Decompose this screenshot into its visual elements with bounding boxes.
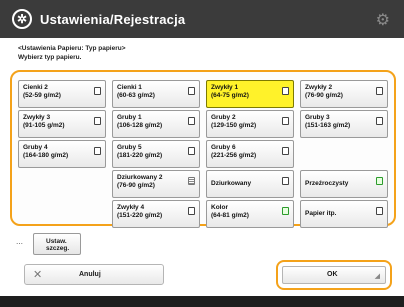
paper-type-weight: (151-220 g/m2) [117, 212, 163, 219]
paper-type-name: Kolor [211, 204, 228, 211]
gear-icon[interactable]: ⚙ [376, 10, 390, 30]
paper-icon [376, 207, 383, 215]
details-button[interactable]: Ustaw. szczeg. [33, 233, 81, 255]
paper-type-name: Zwykły 3 [23, 114, 51, 121]
more-dots-icon: ⋯ [16, 241, 24, 248]
paper-type-name: Cienki 2 [23, 84, 48, 91]
paper-icon [94, 87, 101, 95]
paper-icon [376, 117, 383, 125]
paper-type-weight: (181-220 g/m2) [117, 152, 163, 159]
paper-type-weight: (221-256 g/m2) [211, 152, 257, 159]
paper-type-weight: (64-75 g/m2) [211, 92, 249, 99]
paper-icon [188, 87, 195, 95]
paper-type-tile[interactable]: Zwykły 2 (76-90 g/m2) [300, 80, 388, 108]
settings-registration-icon: ✲ [12, 9, 32, 29]
window-title: Ustawienia/Rejestracja [40, 11, 186, 27]
color-icon [282, 207, 289, 215]
close-icon: ✕ [33, 269, 43, 281]
instructions-line1: <Ustawienia Papieru: Typ papieru> [18, 45, 126, 52]
paper-type-tile[interactable]: Papier itp. [300, 200, 388, 228]
ok-label: OK [327, 271, 338, 278]
paper-type-weight: (151-163 g/m2) [305, 122, 351, 129]
paper-type-weight: (129-150 g/m2) [211, 122, 257, 129]
paper-type-tile[interactable]: Dziurkowany 2 (76-90 g/m2) [112, 170, 200, 198]
paper-icon [376, 87, 383, 95]
paper-type-tile-selected[interactable]: Zwykły 1 (64-75 g/m2) [206, 80, 294, 108]
paper-type-tile[interactable]: Gruby 4 (164-180 g/m2) [18, 140, 106, 168]
paper-type-weight: (76-90 g/m2) [305, 92, 343, 99]
instructions-line2: Wybierz typ papieru. [18, 54, 82, 61]
instructions: <Ustawienia Papieru: Typ papieru> Wybier… [18, 44, 126, 62]
paper-type-tile[interactable]: Cienki 1 (60-63 g/m2) [112, 80, 200, 108]
paper-type-tile[interactable]: Gruby 2 (129-150 g/m2) [206, 110, 294, 138]
bottom-bar [0, 296, 404, 307]
paper-type-weight: (76-90 g/m2) [117, 182, 155, 189]
details-button-label2: szczeg. [46, 245, 70, 252]
paper-icon [282, 177, 289, 185]
cancel-label: Anuluj [79, 271, 101, 278]
paper-type-tile[interactable]: Gruby 3 (151-163 g/m2) [300, 110, 388, 138]
ok-button-frame: OK ◢ [276, 260, 392, 290]
paper-type-name: Dziurkowany [211, 180, 252, 187]
paper-icon [94, 117, 101, 125]
paper-type-name: Gruby 4 [23, 144, 48, 151]
paper-icon [282, 147, 289, 155]
paper-type-weight: (91-105 g/m2) [23, 122, 65, 129]
paper-type-name: Gruby 5 [117, 144, 142, 151]
paper-type-weight: (52-59 g/m2) [23, 92, 61, 99]
paper-type-name: Gruby 1 [117, 114, 142, 121]
paper-type-weight: (64-81 g/m2) [211, 212, 249, 219]
paper-type-name: Gruby 6 [211, 144, 236, 151]
ok-button[interactable]: OK ◢ [282, 266, 386, 284]
cancel-button[interactable]: ✕ Anuluj [24, 264, 164, 285]
paper-type-name: Zwykły 2 [305, 84, 333, 91]
paper-type-name: Zwykły 4 [117, 204, 145, 211]
title-bar: ✲ Ustawienia/Rejestracja ⚙ [0, 0, 404, 38]
paper-icon [188, 117, 195, 125]
paper-icon [188, 147, 195, 155]
paper-type-tile[interactable]: Gruby 5 (181-220 g/m2) [112, 140, 200, 168]
paper-type-tile[interactable]: Zwykły 4 (151-220 g/m2) [112, 200, 200, 228]
paper-type-name: Przeźroczysty [305, 180, 349, 187]
corner-resize-icon: ◢ [374, 273, 380, 280]
paper-icon [94, 147, 101, 155]
paper-type-name: Zwykły 1 [211, 84, 239, 91]
paper-type-tile[interactable]: Gruby 6 (221-256 g/m2) [206, 140, 294, 168]
details-button-label1: Ustaw. [46, 238, 67, 245]
paper-type-tile[interactable]: Gruby 1 (106-128 g/m2) [112, 110, 200, 138]
paper-type-panel: Cienki 2 (52-59 g/m2) Cienki 1 (60-63 g/… [10, 70, 396, 228]
paper-type-name: Gruby 2 [211, 114, 236, 121]
paper-type-name: Dziurkowany 2 [117, 174, 163, 181]
paper-icon [188, 207, 195, 215]
paper-type-name: Gruby 3 [305, 114, 330, 121]
paper-type-tile[interactable]: Kolor (64-81 g/m2) [206, 200, 294, 228]
paper-type-weight: (164-180 g/m2) [23, 152, 69, 159]
paper-type-name: Cienki 1 [117, 84, 142, 91]
paper-type-tile[interactable]: Dziurkowany [206, 170, 294, 198]
paper-icon [282, 117, 289, 125]
paper-type-name: Papier itp. [305, 210, 337, 217]
paper-type-tile[interactable]: Przeźroczysty [300, 170, 388, 198]
transparency-icon [376, 177, 383, 185]
paper-type-weight: (106-128 g/m2) [117, 122, 163, 129]
paper-type-tile[interactable]: Zwykły 3 (91-105 g/m2) [18, 110, 106, 138]
punched-icon [188, 177, 195, 185]
paper-type-weight: (60-63 g/m2) [117, 92, 155, 99]
paper-type-tile[interactable]: Cienki 2 (52-59 g/m2) [18, 80, 106, 108]
paper-icon [282, 87, 289, 95]
